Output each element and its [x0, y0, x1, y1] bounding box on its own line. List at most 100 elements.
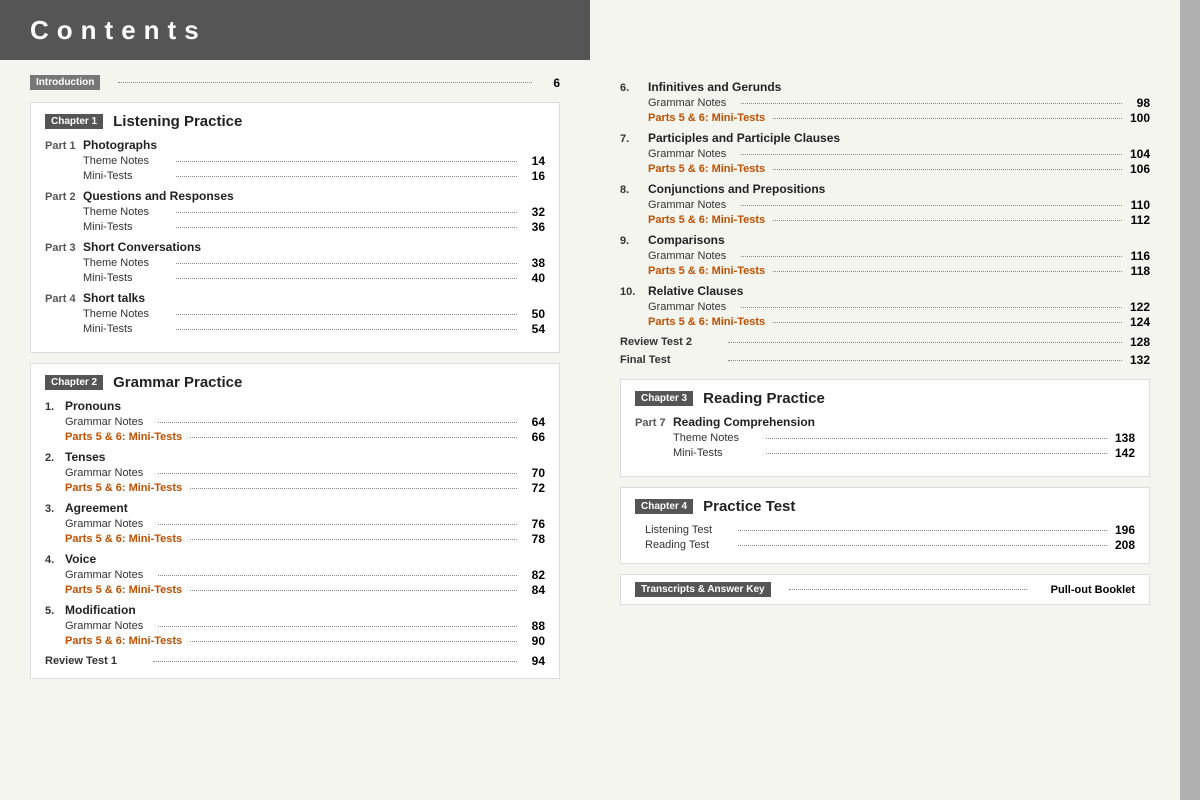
toc-label: Parts 5 & 6: Mini-Tests [648, 214, 765, 226]
right-numbered-section: 7. Participles and Participle Clauses Gr… [620, 131, 1150, 176]
num-title: Infinitives and Gerunds [648, 80, 781, 94]
toc-label: Grammar Notes [65, 467, 150, 479]
toc-page: 142 [1115, 446, 1135, 460]
toc-row: Mini-Tests 142 [635, 446, 1135, 460]
part-header: Part 1 Photographs [45, 138, 545, 152]
toc-label: Theme Notes [83, 206, 168, 218]
num-label: 4. [45, 554, 65, 566]
chapter3-title: Reading Practice [703, 390, 825, 407]
part-label: Part 4 [45, 293, 83, 305]
part-label: Part 1 [45, 140, 83, 152]
part-title: Photographs [83, 138, 157, 152]
toc-page: 36 [525, 220, 545, 234]
toc-label: Theme Notes [83, 308, 168, 320]
toc-page: 124 [1130, 315, 1150, 329]
num-toc-row: Grammar Notes 116 [620, 249, 1150, 263]
toc-page: 54 [525, 322, 545, 336]
toc-row: Mini-Tests 40 [45, 271, 545, 285]
dotted-line [741, 307, 1122, 308]
numbered-section: 5. Modification Grammar Notes 88 Parts 5… [45, 603, 545, 648]
chapter3-section: Chapter 3 Reading Practice Part 7 Readin… [620, 379, 1150, 477]
dotted-line [158, 626, 517, 627]
toc-page: 112 [1130, 213, 1150, 227]
part-header: Part 7 Reading Comprehension [635, 415, 1135, 429]
review-test2-label: Review Test 2 [620, 336, 720, 348]
dotted-line [738, 545, 1107, 546]
part-label: Part 7 [635, 417, 673, 429]
review2-dotted [728, 342, 1122, 343]
num-toc-row: Grammar Notes 110 [620, 198, 1150, 212]
part-section: Part 1 Photographs Theme Notes 14 Mini-T… [45, 138, 545, 183]
right-items-container: 6. Infinitives and Gerunds Grammar Notes… [620, 80, 1150, 329]
num-toc-row: Parts 5 & 6: Mini-Tests 66 [45, 430, 545, 444]
chapter4-title: Practice Test [703, 498, 795, 515]
num-header: 10. Relative Clauses [620, 284, 1150, 298]
toc-page: 90 [525, 634, 545, 648]
toc-page: 16 [525, 169, 545, 183]
dotted-line [158, 524, 517, 525]
dotted-line [773, 322, 1122, 323]
toc-label: Grammar Notes [65, 620, 150, 632]
dotted-line [190, 488, 517, 489]
num-header: 5. Modification [45, 603, 545, 617]
dotted-line [738, 530, 1107, 531]
numbered-section: 1. Pronouns Grammar Notes 64 Parts 5 & 6… [45, 399, 545, 444]
num-toc-row: Grammar Notes 98 [620, 96, 1150, 110]
transcripts-section: Transcripts & Answer Key Pull-out Bookle… [620, 574, 1150, 605]
toc-label: Parts 5 & 6: Mini-Tests [65, 431, 182, 443]
part-header: Part 2 Questions and Responses [45, 189, 545, 203]
toc-row: Theme Notes 38 [45, 256, 545, 270]
toc-label: Grammar Notes [65, 569, 150, 581]
dotted-line [176, 314, 517, 315]
toc-label: Theme Notes [83, 257, 168, 269]
toc-label: Parts 5 & 6: Mini-Tests [65, 635, 182, 647]
num-header: 6. Infinitives and Gerunds [620, 80, 1150, 94]
num-label: 10. [620, 286, 648, 298]
num-toc-row: Parts 5 & 6: Mini-Tests 84 [45, 583, 545, 597]
chapter4-toc-row: Reading Test 208 [635, 538, 1135, 552]
dotted-line [176, 161, 517, 162]
dotted-line [773, 118, 1122, 119]
chapter1-header: Chapter 1 Listening Practice [45, 113, 545, 130]
left-page: Contents Introduction 6 Chapter 1 Listen… [0, 0, 590, 800]
transcripts-value: Pull-out Booklet [1035, 584, 1135, 596]
toc-label: Grammar Notes [648, 199, 733, 211]
num-title: Voice [65, 552, 96, 566]
final-test-dotted [728, 360, 1122, 361]
num-toc-row: Grammar Notes 122 [620, 300, 1150, 314]
num-title: Participles and Participle Clauses [648, 131, 840, 145]
chapter3-header: Chapter 3 Reading Practice [635, 390, 1135, 407]
toc-page: 98 [1130, 96, 1150, 110]
chapter1-badge: Chapter 1 [45, 114, 103, 129]
final-test-page: 132 [1130, 353, 1150, 367]
num-toc-row: Parts 5 & 6: Mini-Tests 72 [45, 481, 545, 495]
toc-label: Grammar Notes [648, 301, 733, 313]
toc-label: Listening Test [645, 524, 730, 536]
num-title: Relative Clauses [648, 284, 743, 298]
toc-page: 196 [1115, 523, 1135, 537]
toc-label: Grammar Notes [648, 97, 733, 109]
num-header: 3. Agreement [45, 501, 545, 515]
chapter1-section: Chapter 1 Listening Practice Part 1 Phot… [30, 102, 560, 353]
toc-page: 32 [525, 205, 545, 219]
num-toc-row: Grammar Notes 82 [45, 568, 545, 582]
toc-page: 116 [1130, 249, 1150, 263]
num-toc-row: Parts 5 & 6: Mini-Tests 118 [620, 264, 1150, 278]
num-toc-row: Parts 5 & 6: Mini-Tests 78 [45, 532, 545, 546]
num-label: 9. [620, 235, 648, 247]
dotted-line [158, 422, 517, 423]
dotted-line [741, 256, 1122, 257]
part-label: Part 3 [45, 242, 83, 254]
chapter2-title: Grammar Practice [113, 374, 242, 391]
toc-row: Theme Notes 138 [635, 431, 1135, 445]
part-title: Short talks [83, 291, 145, 305]
num-toc-row: Grammar Notes 70 [45, 466, 545, 480]
part-section: Part 2 Questions and Responses Theme Not… [45, 189, 545, 234]
toc-label: Parts 5 & 6: Mini-Tests [648, 316, 765, 328]
dotted-line [176, 263, 517, 264]
dotted-line [741, 103, 1122, 104]
dotted-line [190, 590, 517, 591]
toc-page: 70 [525, 466, 545, 480]
chapter3-part-section: Part 7 Reading Comprehension Theme Notes… [635, 415, 1135, 460]
toc-label: Mini-Tests [83, 170, 168, 182]
